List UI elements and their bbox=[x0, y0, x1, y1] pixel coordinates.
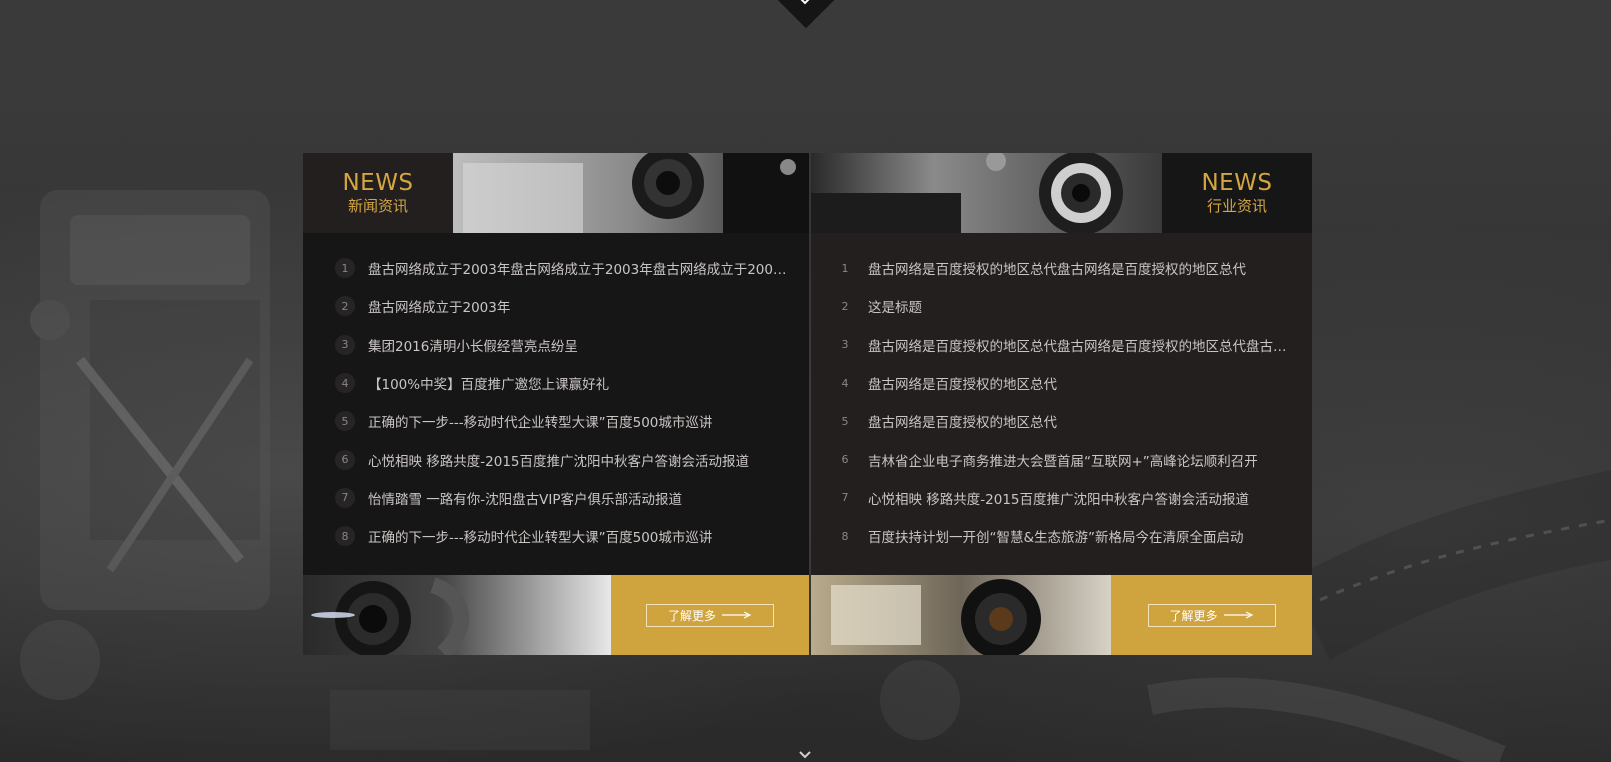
item-title[interactable]: 盘古网络是百度授权的地区总代 bbox=[868, 373, 1057, 393]
item-title[interactable]: 盘古网络成立于2003年 bbox=[368, 296, 510, 316]
item-number: 4 bbox=[841, 376, 849, 390]
item-number: 1 bbox=[841, 261, 849, 275]
header-camera-image bbox=[811, 153, 1162, 233]
list-item[interactable]: 6 心悦相映 移路共度-2015百度推广沈阳中秋客户答谢会活动报道 bbox=[303, 440, 809, 478]
item-title[interactable]: 正确的下一步---移动时代企业转型大课”百度500城市巡讲 bbox=[368, 526, 712, 546]
list-item[interactable]: 3 集团2016清明小长假经营亮点纷呈 bbox=[303, 326, 809, 364]
item-title[interactable]: 心悦相映 移路共度-2015百度推广沈阳中秋客户答谢会活动报道 bbox=[868, 488, 1249, 508]
list-item[interactable]: 8 百度扶持计划一开创“智慧&生态旅游”新格局今在清原全面启动 bbox=[811, 517, 1312, 555]
item-number: 8 bbox=[335, 526, 355, 547]
chevron-down-icon[interactable] bbox=[796, 750, 814, 762]
footer-lens-image bbox=[811, 575, 1111, 655]
list-item[interactable]: 6 吉林省企业电子商务推进大会暨首届“互联网+”高峰论坛顺利召开 bbox=[811, 440, 1312, 478]
item-title[interactable]: 百度扶持计划一开创“智慧&生态旅游”新格局今在清原全面启动 bbox=[868, 526, 1244, 546]
footer-lens-image bbox=[303, 575, 611, 655]
chevron-down-icon[interactable] bbox=[796, 0, 814, 10]
heading-cn: 行业资讯 bbox=[1206, 197, 1267, 215]
list-item[interactable]: 1 盘古网络成立于2003年盘古网络成立于2003年盘古网络成立于2003年 bbox=[303, 249, 809, 287]
item-title[interactable]: 这是标题 bbox=[868, 296, 922, 316]
list-item[interactable]: 2 这是标题 bbox=[811, 287, 1312, 325]
panel-heading: NEWS 行业资讯 bbox=[1162, 153, 1312, 233]
more-area: 了解更多 bbox=[1111, 575, 1312, 655]
learn-more-label: 了解更多 bbox=[667, 608, 716, 623]
item-number: 4 bbox=[335, 373, 355, 394]
item-number: 5 bbox=[335, 411, 355, 432]
panel-footer: 了解更多 bbox=[303, 575, 809, 655]
long-arrow-right-icon bbox=[1223, 611, 1253, 619]
item-title[interactable]: 怡情踏雪 一路有你-沈阳盘古VIP客户俱乐部活动报道 bbox=[368, 488, 682, 508]
heading-en: NEWS bbox=[1201, 170, 1273, 196]
list-item[interactable]: 4 【100%中奖】百度推广邀您上课赢好礼 bbox=[303, 364, 809, 402]
item-number: 6 bbox=[335, 449, 355, 470]
list-item[interactable]: 5 盘古网络是百度授权的地区总代 bbox=[811, 402, 1312, 440]
learn-more-button[interactable]: 了解更多 bbox=[1147, 603, 1276, 627]
item-number: 3 bbox=[335, 334, 355, 355]
item-title[interactable]: 盘古网络是百度授权的地区总代 bbox=[868, 411, 1057, 431]
list-item[interactable]: 7 心悦相映 移路共度-2015百度推广沈阳中秋客户答谢会活动报道 bbox=[811, 479, 1312, 517]
item-number: 5 bbox=[841, 414, 849, 428]
learn-more-label: 了解更多 bbox=[1169, 608, 1218, 623]
list-item[interactable]: 1 盘古网络是百度授权的地区总代盘古网络是百度授权的地区总代 bbox=[811, 249, 1312, 287]
item-title[interactable]: 心悦相映 移路共度-2015百度推广沈阳中秋客户答谢会活动报道 bbox=[368, 450, 749, 470]
news-panel-company: NEWS 新闻资讯 1 盘古网络成立于2003年盘古网络成立于2003年盘古网络成… bbox=[303, 153, 809, 655]
list-item[interactable]: 5 正确的下一步---移动时代企业转型大课”百度500城市巡讲 bbox=[303, 402, 809, 440]
news-list: 1 盘古网络成立于2003年盘古网络成立于2003年盘古网络成立于2003年 2盘… bbox=[303, 249, 809, 555]
list-item[interactable]: 4 盘古网络是百度授权的地区总代 bbox=[811, 364, 1312, 402]
item-title[interactable]: 盘古网络是百度授权的地区总代盘古网络是百度授权的地区总代 bbox=[868, 258, 1246, 278]
learn-more-button[interactable]: 了解更多 bbox=[646, 603, 774, 627]
list-item[interactable]: 2 盘古网络成立于2003年 bbox=[303, 287, 809, 325]
item-number: 8 bbox=[841, 529, 849, 543]
header-camera-image bbox=[453, 153, 809, 233]
item-number: 6 bbox=[841, 453, 849, 467]
item-number: 1 bbox=[335, 258, 355, 279]
more-area: 了解更多 bbox=[611, 575, 809, 655]
item-title[interactable]: 盘古网络是百度授权的地区总代盘古网络是百度授权的地区总代盘古网络 bbox=[868, 335, 1293, 355]
item-title[interactable]: 吉林省企业电子商务推进大会暨首届“互联网+”高峰论坛顺利召开 bbox=[868, 450, 1258, 470]
item-title[interactable]: 【100%中奖】百度推广邀您上课赢好礼 bbox=[368, 373, 609, 393]
item-number: 2 bbox=[335, 296, 355, 317]
heading-en: NEWS bbox=[342, 170, 414, 196]
news-panel-industry: NEWS 行业资讯 1 盘古网络是百度授权的地区总代盘古网络是百度授权的地区总代 … bbox=[811, 153, 1312, 655]
panel-heading: NEWS 新闻资讯 bbox=[303, 153, 453, 233]
panel-footer: 了解更多 bbox=[811, 575, 1312, 655]
panel-header: NEWS 新闻资讯 bbox=[303, 153, 809, 233]
item-title[interactable]: 盘古网络成立于2003年盘古网络成立于2003年盘古网络成立于2003年 bbox=[368, 258, 788, 278]
list-item[interactable]: 7 怡情踏雪 一路有你-沈阳盘古VIP客户俱乐部活动报道 bbox=[303, 479, 809, 517]
item-title[interactable]: 集团2016清明小长假经营亮点纷呈 bbox=[368, 335, 578, 355]
item-number: 2 bbox=[841, 299, 849, 313]
panel-header: NEWS 行业资讯 bbox=[811, 153, 1312, 233]
item-title[interactable]: 正确的下一步---移动时代企业转型大课”百度500城市巡讲 bbox=[368, 411, 712, 431]
item-number: 7 bbox=[335, 487, 355, 508]
long-arrow-right-icon bbox=[722, 611, 752, 619]
news-list: 1 盘古网络是百度授权的地区总代盘古网络是百度授权的地区总代 2 这是标题 3 盘古网… bbox=[811, 249, 1312, 555]
list-item[interactable]: 8 正确的下一步---移动时代企业转型大课”百度500城市巡讲 bbox=[303, 517, 809, 555]
item-number: 3 bbox=[841, 338, 849, 352]
heading-cn: 新闻资讯 bbox=[347, 197, 408, 215]
item-number: 7 bbox=[841, 491, 849, 505]
list-item[interactable]: 3 盘古网络是百度授权的地区总代盘古网络是百度授权的地区总代盘古网络 bbox=[811, 326, 1312, 364]
